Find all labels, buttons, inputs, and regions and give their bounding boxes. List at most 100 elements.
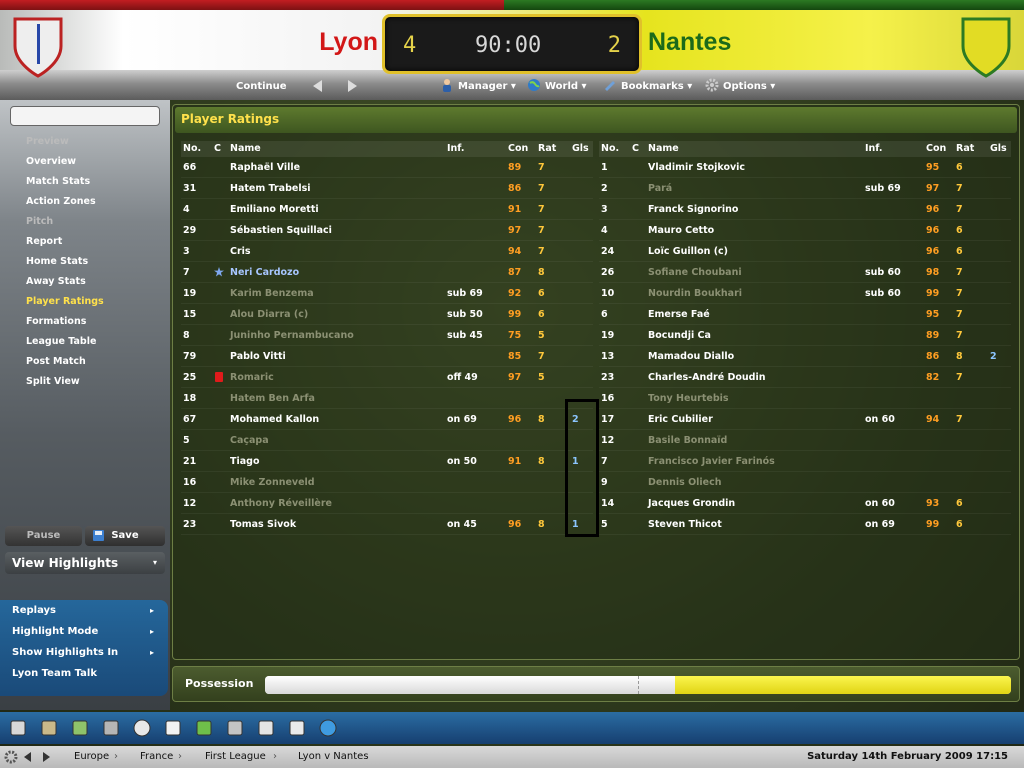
player-row[interactable]: 7 Francisco Javier Farinós — [599, 451, 1011, 472]
player-name[interactable]: Hatem Trabelsi — [230, 178, 311, 199]
player-row[interactable]: 29 Sébastien Squillaci 97 7 — [181, 220, 593, 241]
column-header-rat[interactable]: Rat — [956, 141, 974, 157]
inbox-icon[interactable] — [163, 718, 183, 738]
player-row[interactable]: 66 Raphaël Ville 89 7 — [181, 157, 593, 178]
nav-item-formations[interactable]: Formations — [0, 312, 170, 332]
player-row[interactable]: 1 Vladimir Stojkovic 95 6 — [599, 157, 1011, 178]
world-menu[interactable]: World ▾ — [527, 78, 587, 96]
column-header-c[interactable]: C — [214, 141, 221, 157]
tactics-icon[interactable] — [194, 718, 214, 738]
player-name[interactable]: Mauro Cetto — [648, 220, 714, 241]
column-header-rat[interactable]: Rat — [538, 141, 556, 157]
view-highlights-dropdown[interactable]: View Highlights ▾ — [5, 552, 165, 574]
player-name[interactable]: Dennis Oliech — [648, 472, 722, 493]
highlight-mode-menu[interactable]: Highlight Mode ▸ — [0, 621, 168, 642]
news-icon[interactable] — [39, 718, 59, 738]
gear-icon[interactable] — [4, 750, 18, 764]
column-header-no[interactable]: No. — [183, 141, 201, 157]
player-row[interactable]: 23 Charles-André Doudin 82 7 — [599, 367, 1011, 388]
player-name[interactable]: Cris — [230, 241, 251, 262]
player-row[interactable]: 8 Juninho Pernambucano sub 45 75 5 — [181, 325, 593, 346]
player-name[interactable]: Neri Cardozo — [230, 262, 299, 283]
player-name[interactable]: Bocundji Ca — [648, 325, 711, 346]
player-row[interactable]: 3 Cris 94 7 — [181, 241, 593, 262]
player-name[interactable]: Nourdin Boukhari — [648, 283, 742, 304]
player-row[interactable]: 79 Pablo Vitti 85 7 — [181, 346, 593, 367]
player-row[interactable]: 4 Emiliano Moretti 91 7 — [181, 199, 593, 220]
nav-item-match-stats[interactable]: Match Stats — [0, 172, 170, 192]
trophy-icon[interactable] — [132, 718, 152, 738]
player-name[interactable]: Tony Heurtebis — [648, 388, 729, 409]
column-header-con[interactable]: Con — [926, 141, 946, 157]
nav-item-post-match[interactable]: Post Match — [0, 352, 170, 372]
player-name[interactable]: Romaric — [230, 367, 274, 388]
player-name[interactable]: Steven Thicot — [648, 514, 722, 535]
player-name[interactable]: Basile Bonnaïd — [648, 430, 727, 451]
squad-icon[interactable] — [70, 718, 90, 738]
nav-item-player-ratings[interactable]: Player Ratings — [0, 292, 170, 312]
breadcrumb-europe[interactable]: Europe — [74, 751, 109, 762]
column-header-name[interactable]: Name — [648, 141, 679, 157]
world-icon[interactable] — [318, 718, 338, 738]
player-name[interactable]: Alou Diarra (c) — [230, 304, 308, 325]
nav-item-action-zones[interactable]: Action Zones — [0, 192, 170, 212]
chevron-right-icon[interactable]: › — [273, 751, 277, 762]
nav-item-league-table[interactable]: League Table — [0, 332, 170, 352]
player-name[interactable]: Eric Cubilier — [648, 409, 713, 430]
finances-icon[interactable] — [287, 718, 307, 738]
player-row[interactable]: 21 Tiago on 50 91 8 1 — [181, 451, 593, 472]
column-header-c[interactable]: C — [632, 141, 639, 157]
player-name[interactable]: Emiliano Moretti — [230, 199, 319, 220]
nav-item-split-view[interactable]: Split View — [0, 372, 170, 392]
forward-arrow-icon[interactable] — [40, 751, 52, 763]
player-row[interactable]: 3 Franck Signorino 96 7 — [599, 199, 1011, 220]
team-talk-link[interactable]: Lyon Team Talk — [0, 663, 168, 684]
player-row[interactable]: 5 Caçapa — [181, 430, 593, 451]
player-row[interactable]: 4 Mauro Cetto 96 6 — [599, 220, 1011, 241]
player-name[interactable]: Sébastien Squillaci — [230, 220, 332, 241]
nav-item-home-stats[interactable]: Home Stats — [0, 252, 170, 272]
player-name[interactable]: Anthony Réveillère — [230, 493, 332, 514]
player-row[interactable]: 5 Steven Thicot on 69 99 6 — [599, 514, 1011, 535]
column-header-name[interactable]: Name — [230, 141, 261, 157]
nav-item-report[interactable]: Report — [0, 232, 170, 252]
player-row[interactable]: 14 Jacques Grondin on 60 93 6 — [599, 493, 1011, 514]
player-row[interactable]: 16 Tony Heurtebis — [599, 388, 1011, 409]
replays-menu[interactable]: Replays ▸ — [0, 600, 168, 621]
breadcrumb-first-league[interactable]: First League — [205, 751, 266, 762]
player-row[interactable]: 13 Mamadou Diallo 86 8 2 — [599, 346, 1011, 367]
player-row[interactable]: 2 Pará sub 69 97 7 — [599, 178, 1011, 199]
player-row[interactable]: 15 Alou Diarra (c) sub 50 99 6 — [181, 304, 593, 325]
nav-item-overview[interactable]: Overview — [0, 152, 170, 172]
player-row[interactable]: 25 Romaric off 49 97 5 — [181, 367, 593, 388]
continue-button[interactable]: Continue — [236, 78, 287, 96]
column-header-inf[interactable]: Inf. — [447, 141, 465, 157]
player-row[interactable]: 67 Mohamed Kallon on 69 96 8 2 — [181, 409, 593, 430]
breadcrumb-match[interactable]: Lyon v Nantes — [298, 751, 369, 762]
chevron-right-icon[interactable]: › — [114, 751, 118, 762]
player-name[interactable]: Juninho Pernambucano — [230, 325, 354, 346]
player-row[interactable]: 19 Bocundji Ca 89 7 — [599, 325, 1011, 346]
player-row[interactable]: 7 Neri Cardozo 87 8 — [181, 262, 593, 283]
bookmarks-menu[interactable]: Bookmarks ▾ — [603, 78, 692, 96]
player-name[interactable]: Pablo Vitti — [230, 346, 286, 367]
schedule-icon[interactable] — [256, 718, 276, 738]
forward-arrow-icon[interactable] — [344, 78, 360, 94]
player-row[interactable]: 16 Mike Zonneveld — [181, 472, 593, 493]
player-row[interactable]: 12 Anthony Réveillère — [181, 493, 593, 514]
search-input[interactable] — [10, 106, 160, 126]
player-name[interactable]: Caçapa — [230, 430, 269, 451]
show-highlights-in-menu[interactable]: Show Highlights In ▸ — [0, 642, 168, 663]
player-name[interactable]: Emerse Faé — [648, 304, 710, 325]
player-name[interactable]: Karim Benzema — [230, 283, 314, 304]
player-row[interactable]: 10 Nourdin Boukhari sub 60 99 7 — [599, 283, 1011, 304]
player-name[interactable]: Franck Signorino — [648, 199, 738, 220]
player-name[interactable]: Francisco Javier Farinós — [648, 451, 775, 472]
player-name[interactable]: Hatem Ben Arfa — [230, 388, 315, 409]
player-name[interactable]: Mohamed Kallon — [230, 409, 319, 430]
player-row[interactable]: 17 Eric Cubilier on 60 94 7 — [599, 409, 1011, 430]
player-name[interactable]: Raphaël Ville — [230, 157, 300, 178]
player-name[interactable]: Vladimir Stojkovic — [648, 157, 745, 178]
player-row[interactable]: 12 Basile Bonnaïd — [599, 430, 1011, 451]
player-row[interactable]: 19 Karim Benzema sub 69 92 6 — [181, 283, 593, 304]
